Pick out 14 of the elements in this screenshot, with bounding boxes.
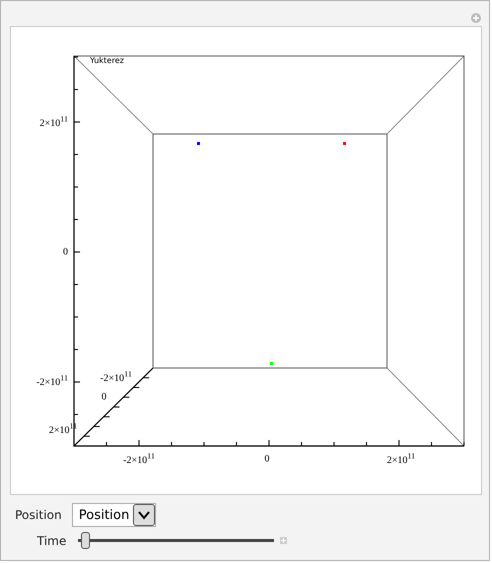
axis-tick-label: 2×10$^{11}$ <box>386 452 416 466</box>
position-label: Position <box>15 508 62 522</box>
axis-tick-label: 0 <box>102 392 106 402</box>
axis-tick-label: 0 <box>264 454 270 464</box>
axis-tick-label: -2×10$^{11}$ <box>123 452 155 466</box>
plot-title: Yukterez <box>90 56 124 65</box>
time-label: Time <box>37 534 66 548</box>
axis-tick-label: -2×10$^{11}$ <box>36 374 68 388</box>
axis-tick-label: -2×10$^{11}$ <box>100 370 132 384</box>
caret-icon <box>132 504 155 526</box>
axis-tick-label: 0 <box>63 246 68 258</box>
axis-tick-label: 2×10$^{11}$ <box>40 114 68 130</box>
slider-thumb[interactable] <box>81 532 90 549</box>
position-dropdown[interactable]: Position <box>72 503 156 527</box>
